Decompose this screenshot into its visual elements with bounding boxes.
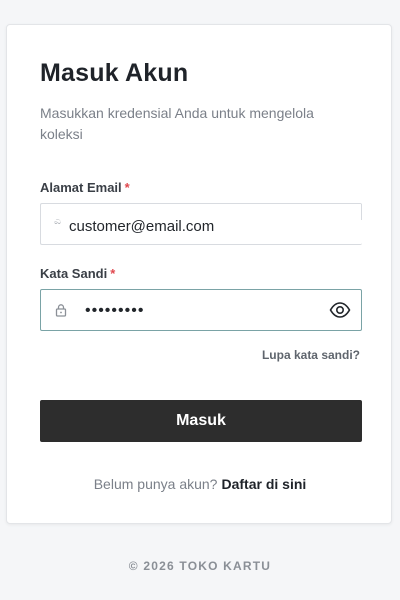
lock-icon (54, 303, 68, 322)
email-label-text: Alamat Email (40, 180, 122, 195)
password-label-text: Kata Sandi (40, 266, 108, 281)
password-input[interactable] (83, 290, 327, 332)
forgot-password-link[interactable]: Lupa kata sandi? (262, 348, 360, 362)
email-icon: ಎ (54, 215, 62, 227)
page-title: Masuk Akun (40, 59, 189, 87)
eye-icon[interactable] (329, 301, 351, 324)
register-prompt: Belum punya akun? Daftar di sini (7, 476, 393, 492)
email-input[interactable] (67, 204, 347, 244)
register-prompt-text: Belum punya akun? (93, 476, 218, 492)
login-button[interactable]: Masuk (40, 400, 362, 442)
email-label: Alamat Email * (40, 180, 130, 195)
register-link[interactable]: Daftar di sini (221, 476, 306, 492)
password-label: Kata Sandi * (40, 266, 115, 281)
password-field[interactable] (40, 289, 362, 332)
required-marker: * (124, 180, 130, 195)
footer-copyright: © 2026 TOKO KARTU (128, 559, 272, 573)
page-subtitle: Masukkan kredensial Anda untuk mengelola… (40, 105, 314, 142)
login-card: Masuk Akun Masukkan kredensial Anda untu… (6, 24, 392, 524)
email-field[interactable]: ಎ (40, 203, 362, 245)
required-marker: * (110, 266, 116, 281)
